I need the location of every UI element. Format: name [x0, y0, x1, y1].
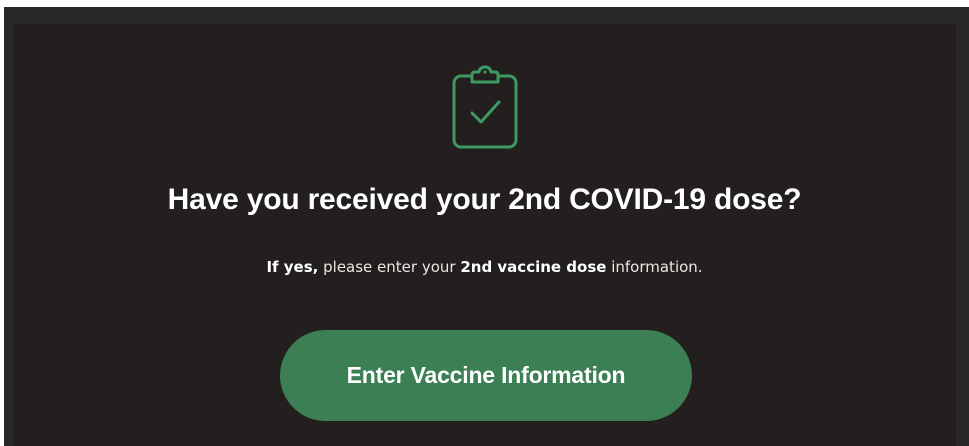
screenshot-frame: Have you received your 2nd COVID-19 dose…: [0, 0, 969, 446]
enter-vaccine-information-label: Enter Vaccine Information: [346, 362, 626, 388]
instruction-emphasis: 2nd vaccine dose: [460, 258, 607, 276]
clipboard-check-icon: [452, 65, 518, 149]
instruction-tail: information.: [606, 258, 703, 276]
instruction-text: If yes, please enter your 2nd vaccine do…: [0, 256, 969, 278]
instruction-middle: please enter your: [318, 258, 461, 276]
instruction-lead: If yes,: [266, 258, 319, 276]
page-title: Have you received your 2nd COVID-19 dose…: [167, 183, 802, 216]
enter-vaccine-information-button[interactable]: Enter Vaccine Information: [280, 330, 692, 421]
